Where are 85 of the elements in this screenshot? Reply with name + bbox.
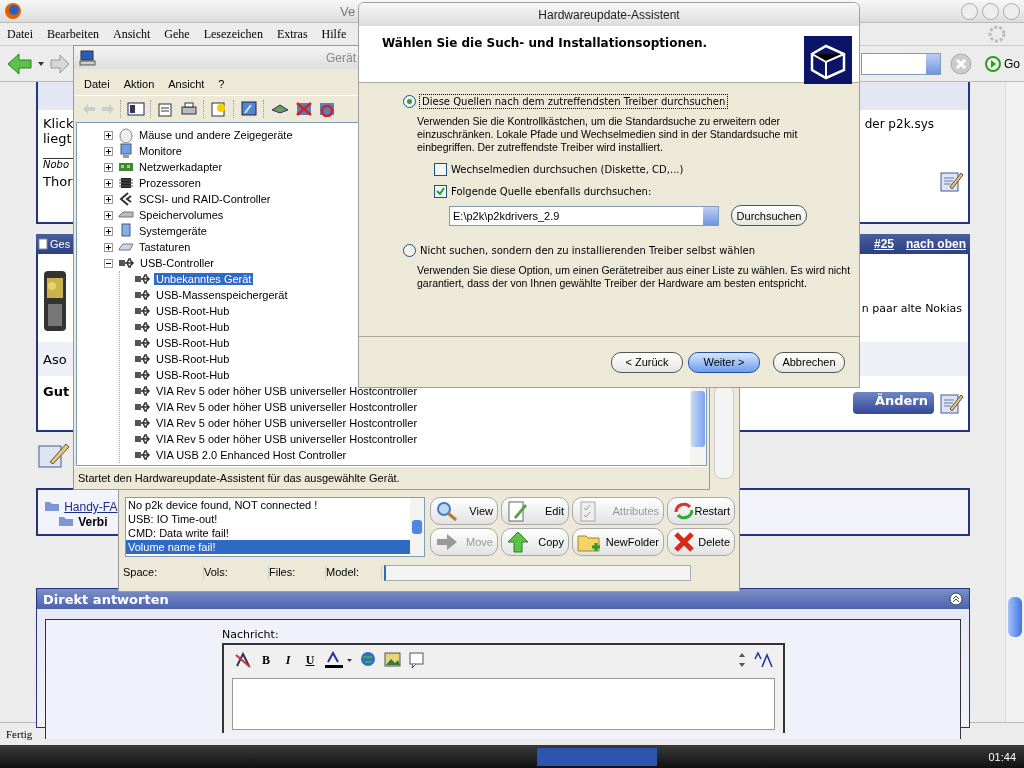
menu-item[interactable]: Hilfe — [314, 26, 354, 42]
toolbar-button[interactable]: Copy — [501, 528, 569, 556]
window-title: Hardwareupdate-Assistent — [538, 7, 680, 22]
menu-item[interactable]: Lesezeichen — [196, 26, 270, 42]
tree-item[interactable]: USB-Controller — [138, 257, 216, 269]
status-label: Files: — [269, 566, 296, 578]
post-title: Ges — [50, 238, 71, 250]
breadcrumb-link[interactable]: Handy-FA — [64, 500, 118, 514]
option-description: Verwenden Sie diese Option, um einen Gerätetreiber aus einer Liste zu wählen. Es wird nicht garantiert, dass der von Ihnen gewählte Treiber der Hardware am besten entspricht. — [417, 264, 852, 290]
field-label: Nachricht: — [222, 628, 280, 641]
menu-item[interactable]: Gehe — [157, 26, 197, 42]
status-label: Vols: — [204, 566, 228, 578]
back-to-top-link[interactable]: nach oben — [906, 237, 966, 251]
checkbox-label[interactable]: Wechselmedien durchsuchen (Diskette, CD,...) — [451, 164, 684, 175]
post-text: der p2k.sys — [864, 116, 934, 131]
signature-text: Nobo — [43, 159, 70, 170]
post-text: Klick — [43, 116, 74, 131]
menu-item[interactable]: Datei — [0, 26, 40, 42]
menu-item[interactable]: Ansicht — [106, 26, 158, 42]
tree-item[interactable]: Monitore — [137, 145, 184, 157]
tree-item[interactable]: USB-Massenspeichergerät — [154, 289, 290, 301]
tree-item[interactable]: Prozessoren — [137, 177, 203, 189]
checkbox-label[interactable]: Folgende Quelle ebenfalls durchsuchen: — [451, 186, 652, 197]
tree-item[interactable]: VIA Rev 5 oder höher USB universeller Hostcontroller — [154, 385, 420, 397]
tree-item[interactable]: USB-Root-Hub — [154, 337, 232, 349]
log-list[interactable]: No p2k device found, NOT connected ! USB: IO Time-out! CMD: Data write fail! Volume name fail! — [125, 497, 425, 557]
wizard-button[interactable]: < Zurück — [611, 351, 683, 373]
menu-item[interactable]: Aktion — [123, 78, 155, 90]
tree-item[interactable]: Speichervolumes — [137, 209, 226, 221]
wizard-button[interactable]: Weiter > — [688, 351, 760, 373]
tree-item[interactable]: VIA Rev 5 oder höher USB universeller Hostcontroller — [154, 401, 420, 413]
window-title: Gerät — [326, 50, 356, 65]
tree-item[interactable]: VIA USB 2.0 Enhanced Host Controller — [154, 449, 349, 461]
log-entry[interactable]: CMD: Data write fail! — [126, 526, 410, 540]
tree-item[interactable]: Mäuse und andere Zeigegeräte — [137, 129, 295, 141]
toolbar-button[interactable]: View — [430, 497, 498, 525]
menu-item[interactable]: Ansicht — [168, 78, 205, 90]
wizard-button[interactable]: Abbrechen — [773, 351, 845, 373]
tree-item[interactable]: USB-Root-Hub — [154, 369, 232, 381]
tree-item[interactable]: Tastaturen — [137, 241, 193, 253]
tree-item[interactable]: USB-Root-Hub — [154, 353, 232, 365]
post-number-link[interactable]: #25 — [873, 237, 894, 251]
breadcrumb-current: Verbi — [78, 515, 108, 529]
tree-item[interactable]: USB-Root-Hub — [154, 305, 232, 317]
page-heading: Wählen Sie die Such- und Installationsoptionen. — [382, 36, 708, 52]
tree-item[interactable]: VIA Rev 5 oder höher USB universeller Hostcontroller — [154, 417, 420, 429]
tree-item[interactable]: Netzwerkadapter — [137, 161, 225, 173]
toolbar-button[interactable]: Edit — [501, 497, 569, 525]
toolbar-button[interactable]: NewFolder — [572, 528, 664, 556]
log-entry[interactable]: USB: IO Time-out! — [126, 512, 410, 526]
path-combobox[interactable]: E:\p2k\p2kdrivers_2.9 — [449, 205, 719, 226]
menu-item[interactable]: ? — [218, 78, 225, 90]
signature-name: Thor — [43, 173, 73, 189]
status-label: Model: — [326, 566, 360, 578]
tree-item[interactable]: USB-Root-Hub — [154, 321, 232, 333]
browse-button[interactable]: Durchsuchen — [731, 205, 807, 226]
radio-label[interactable]: Diese Quellen nach dem zutreffendsten Treiber durchsuchen — [420, 95, 728, 108]
log-entry[interactable]: No p2k device found, NOT connected ! — [126, 498, 410, 512]
status-text: Startet den Hardwareupdate-Assistent für das ausgewählte Gerät. — [78, 472, 400, 484]
go-button[interactable]: Go — [1004, 56, 1020, 71]
log-entry[interactable]: Volume name fail! — [126, 540, 410, 554]
option-description: Verwenden Sie die Kontrollkästchen, um die Standardsuche zu erweitern oder einzuschränken. Lokale Pfade und Wechselmedien sind in der Standardsuche mit einbegriffen. Der zutreffendste Treiber wird installiert. — [417, 115, 799, 154]
menu-item[interactable]: Extras — [269, 26, 315, 42]
panel-title: Direkt antworten — [43, 591, 169, 607]
tree-item[interactable]: VIA Rev 5 oder höher USB universeller Hostcontroller — [154, 433, 420, 445]
format-button[interactable]: I — [280, 652, 296, 668]
status-label: Space: — [123, 566, 158, 578]
menu-item[interactable]: Bearbeiten — [40, 26, 106, 42]
menu-item[interactable]: Datei — [84, 78, 110, 90]
status-text: Fertig — [6, 728, 33, 740]
change-button[interactable]: Ändern — [852, 392, 934, 414]
format-button[interactable]: B — [258, 652, 274, 668]
toolbar-button[interactable]: Restart — [667, 497, 735, 525]
post-text: Aso — [43, 351, 67, 367]
post-text: n paar alte Nokias — [861, 302, 962, 315]
window-title: Ve — [340, 4, 356, 19]
format-button[interactable]: U — [302, 652, 318, 668]
tree-item[interactable]: SCSI- und RAID-Controller — [137, 193, 273, 205]
taskbar: 01:44 — [0, 745, 1024, 768]
post-text: Gut — [43, 384, 70, 399]
tree-item[interactable]: Systemgeräte — [137, 225, 209, 237]
radio-label[interactable]: Nicht suchen, sondern den zu installierenden Treiber selbst wählen — [420, 245, 756, 256]
toolbar-button[interactable]: Delete — [667, 528, 735, 556]
tree-item[interactable]: Unbekanntes Gerät — [154, 273, 254, 285]
post-text: liegt — [43, 131, 72, 146]
